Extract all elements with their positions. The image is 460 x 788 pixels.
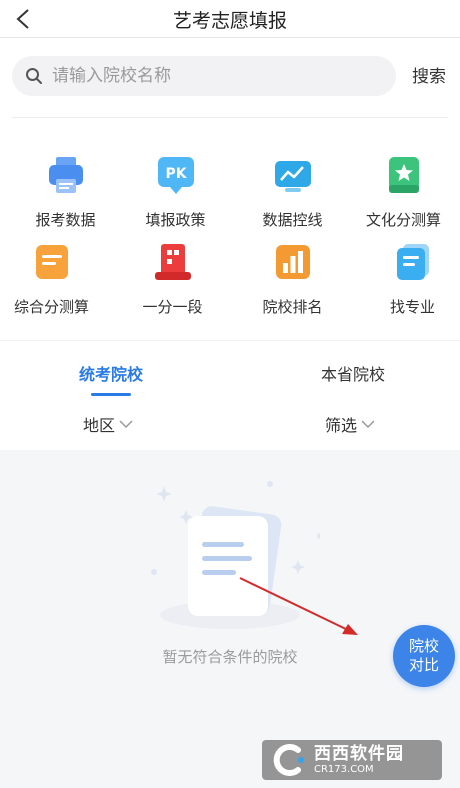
region-filter[interactable]: 地区 xyxy=(83,412,133,436)
grid-item-label: 数据控线 xyxy=(262,211,323,229)
tab-local-province[interactable]: 本省院校 xyxy=(238,361,460,385)
results-area: 暂无符合条件的院校 xyxy=(0,450,460,788)
grid-item-label: 院校排名 xyxy=(262,298,323,316)
grid-item-label: 综合分测算 xyxy=(13,298,89,316)
search-button[interactable]: 搜索 xyxy=(404,62,454,87)
school-compare-button[interactable]: 院校 对比 xyxy=(393,625,455,687)
grid-item-score-segment[interactable]: 一分一段 xyxy=(115,242,230,322)
grid-item-report-data[interactable]: 报考数据 xyxy=(8,155,123,235)
search-icon xyxy=(24,66,44,86)
building-icon xyxy=(153,242,193,282)
screen-filter[interactable]: 筛选 xyxy=(325,412,375,436)
search-box[interactable] xyxy=(12,56,396,96)
search-row: 搜索 xyxy=(0,50,460,102)
document-icon xyxy=(32,242,72,282)
active-tab-indicator xyxy=(91,393,131,396)
search-input[interactable] xyxy=(52,66,372,86)
divider xyxy=(12,117,448,118)
grid-item-policy[interactable]: PK 填报政策 xyxy=(118,155,233,235)
monitor-chart-icon xyxy=(273,155,313,195)
header-bar: 艺考志愿填报 xyxy=(0,0,460,38)
compare-button-line1: 院校 xyxy=(408,637,439,655)
tab-unified-exam[interactable]: 统考院校 xyxy=(0,361,226,385)
printer-icon xyxy=(46,155,86,195)
grid-item-composite-score[interactable]: 综合分测算 xyxy=(0,242,109,322)
region-filter-label: 地区 xyxy=(83,416,116,435)
grid-item-label: 报考数据 xyxy=(35,211,96,229)
book-star-icon xyxy=(384,155,424,195)
compare-button-line2: 对比 xyxy=(408,656,439,674)
grid-item-label: 一分一段 xyxy=(142,298,203,316)
grid-item-label: 填报政策 xyxy=(145,211,206,229)
grid-item-culture-score[interactable]: 文化分测算 xyxy=(346,155,460,235)
chevron-down-icon xyxy=(119,419,133,429)
chevron-down-icon xyxy=(361,419,375,429)
watermark-title: 西西软件园 xyxy=(314,744,404,764)
grid-item-label: 文化分测算 xyxy=(365,211,441,229)
empty-state-text: 暂无符合条件的院校 xyxy=(162,648,298,666)
watermark-subtitle: CR173.COM xyxy=(314,764,374,775)
grid-item-control-line[interactable]: 数据控线 xyxy=(235,155,350,235)
red-arrow-annotation xyxy=(239,577,358,635)
layers-icon xyxy=(393,242,433,282)
screen-filter-label: 筛选 xyxy=(325,416,358,435)
grid-item-ranking[interactable]: 院校排名 xyxy=(235,242,350,322)
pk-icon: PK xyxy=(156,155,196,195)
bar-chart-icon xyxy=(273,242,313,282)
grid-item-label: 找专业 xyxy=(389,298,435,316)
svg-text:PK: PK xyxy=(165,166,187,182)
filter-bar: 地区 筛选 xyxy=(0,400,460,448)
grid-item-find-major[interactable]: 找专业 xyxy=(355,242,460,322)
school-tabs: 统考院校 本省院校 xyxy=(0,340,460,396)
watermark-logo-icon xyxy=(273,744,304,776)
page-title: 艺考志愿填报 xyxy=(172,10,287,32)
site-watermark: 西西软件园 CR173.COM xyxy=(262,740,442,780)
